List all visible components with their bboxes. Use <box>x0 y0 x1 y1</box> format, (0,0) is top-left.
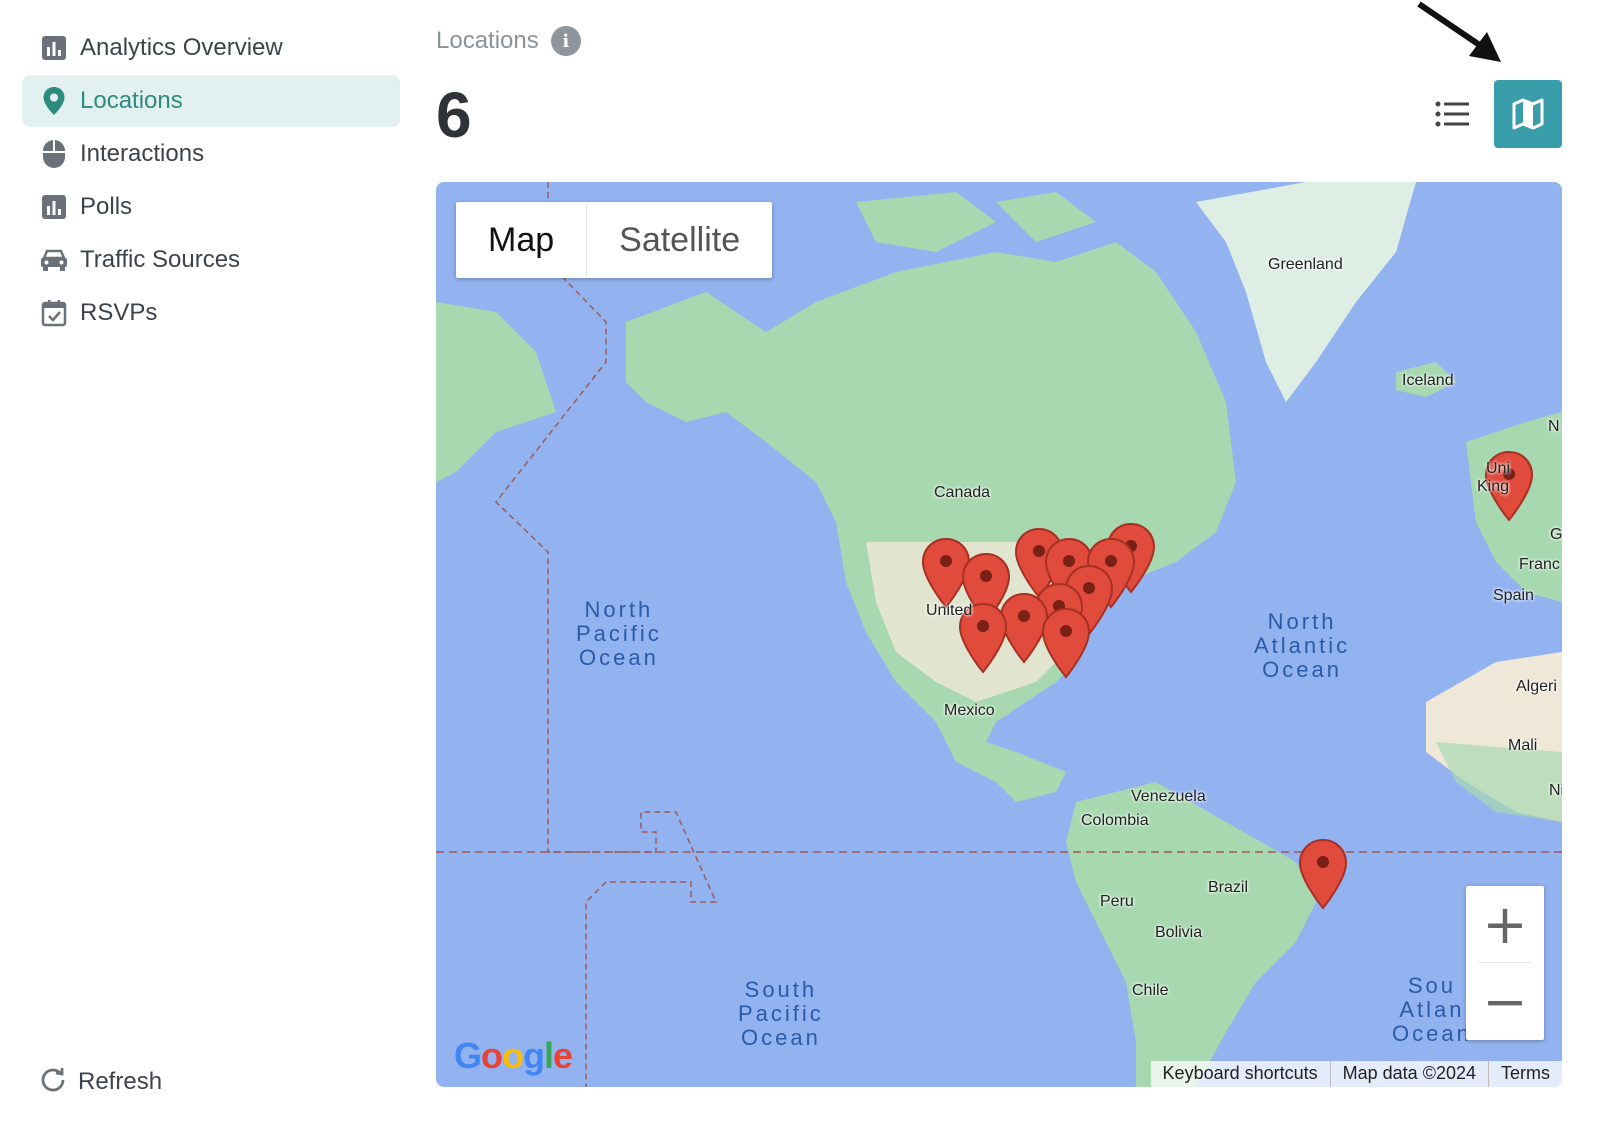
arrow-annotation-icon <box>1417 1 1501 62</box>
map-label-uk-1: Uni <box>1486 460 1511 477</box>
map-label-iceland: Iceland <box>1402 372 1454 389</box>
sidebar: Analytics Overview Locations Interaction… <box>22 22 400 340</box>
map-label-mexico: Mexico <box>944 702 995 719</box>
calendar-check-icon <box>40 299 68 327</box>
pin-marker[interactable] <box>1041 607 1091 679</box>
sidebar-item-label: Locations <box>80 87 183 114</box>
map-label-united: United <box>926 602 973 619</box>
map-label-spain: Spain <box>1493 587 1534 604</box>
refresh-button[interactable]: Refresh <box>40 1066 162 1097</box>
zoom-out-button[interactable]: − <box>1466 963 1544 1039</box>
sidebar-item-label: Traffic Sources <box>80 246 241 273</box>
sidebar-item-locations[interactable]: Locations <box>22 75 400 127</box>
page-title: Locations i <box>436 26 581 56</box>
location-count: 6 <box>436 79 472 151</box>
zoom-control: + − <box>1466 886 1544 1040</box>
map-label-venezuela: Venezuela <box>1131 788 1206 805</box>
refresh-icon <box>40 1066 66 1097</box>
ocean-label-south-pacific: South Pacific Ocean <box>738 977 824 1051</box>
mouse-icon <box>40 140 68 168</box>
bar-chart-icon <box>40 34 68 62</box>
map-view-button[interactable] <box>1494 80 1562 148</box>
pin-marker[interactable] <box>1298 838 1348 910</box>
map-label-algeria: Algeri <box>1516 678 1557 695</box>
map-label-peru: Peru <box>1100 893 1134 910</box>
ocean-label-south-atlantic: Sou Atlan Ocean <box>1392 973 1472 1047</box>
sidebar-item-analytics-overview[interactable]: Analytics Overview <box>22 22 400 74</box>
map-label-mali: Mali <box>1508 737 1538 754</box>
map-type-control: Map Satellite <box>456 202 773 278</box>
sidebar-item-label: Polls <box>80 193 133 220</box>
refresh-label: Refresh <box>78 1067 163 1095</box>
map-label-bolivia: Bolivia <box>1155 924 1203 941</box>
map-view[interactable]: Greenland Iceland Canada United Mexico V… <box>436 182 1562 1087</box>
sidebar-item-rsvps[interactable]: RSVPs <box>22 287 400 339</box>
zoom-in-button[interactable]: + <box>1466 886 1544 962</box>
map-label-canada: Canada <box>934 484 991 501</box>
sidebar-item-traffic-sources[interactable]: Traffic Sources <box>22 234 400 286</box>
map-label-ni: Ni <box>1549 782 1562 799</box>
map-type-satellite-button[interactable]: Satellite <box>587 202 772 278</box>
google-logo[interactable]: Google <box>454 1035 573 1077</box>
keyboard-shortcuts-link[interactable]: Keyboard shortcuts <box>1151 1061 1330 1087</box>
map-icon <box>1512 98 1544 130</box>
list-icon <box>1435 101 1469 127</box>
sidebar-item-label: Interactions <box>80 140 205 167</box>
map-label-g: G <box>1550 526 1562 543</box>
map-pin-icon <box>40 87 68 115</box>
sidebar-item-polls[interactable]: Polls <box>22 181 400 233</box>
sidebar-item-label: RSVPs <box>80 299 158 326</box>
map-label-uk-2: King <box>1477 478 1510 495</box>
bar-chart-icon <box>40 193 68 221</box>
ocean-label-north-pacific: North Pacific Ocean <box>576 597 662 671</box>
sidebar-item-interactions[interactable]: Interactions <box>22 128 400 180</box>
info-icon[interactable]: i <box>550 26 581 56</box>
sidebar-item-label: Analytics Overview <box>80 34 283 61</box>
page-title-text: Locations <box>436 27 539 54</box>
map-data-label: Map data ©2024 <box>1329 1061 1488 1087</box>
map-type-map-button[interactable]: Map <box>456 202 586 278</box>
terms-link[interactable]: Terms <box>1488 1061 1562 1087</box>
map-label-brazil: Brazil <box>1208 879 1249 896</box>
list-view-button[interactable] <box>1430 92 1474 136</box>
map-label-n: N <box>1548 418 1560 435</box>
map-label-colombia: Colombia <box>1081 812 1149 829</box>
car-icon <box>40 246 68 274</box>
map-label-france: Franc <box>1519 556 1560 573</box>
map-label-greenland: Greenland <box>1268 256 1343 273</box>
ocean-label-north-atlantic: North Atlantic Ocean <box>1254 609 1351 683</box>
map-attribution: Keyboard shortcuts Map data ©2024 Terms <box>1150 1061 1562 1087</box>
map-label-chile: Chile <box>1132 982 1169 999</box>
